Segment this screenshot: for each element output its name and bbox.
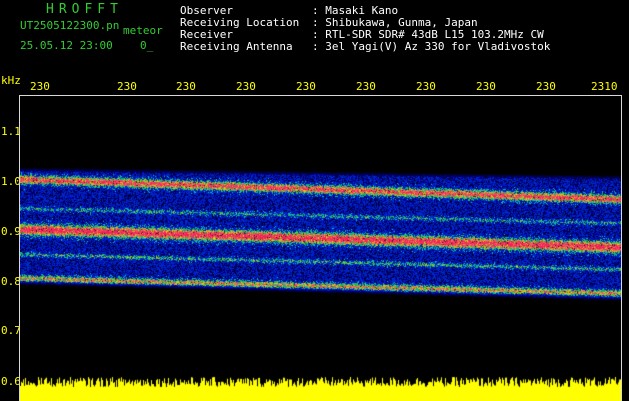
time-tick: 230	[176, 80, 196, 93]
antenna-label: Receiving Antenna	[180, 40, 293, 53]
receiver-label: Receiver	[180, 28, 233, 41]
antenna-value: : 3el Yagi(V) Az 330 for Vladivostok	[312, 40, 551, 53]
location-label: Receiving Location	[180, 16, 300, 29]
spectrogram-canvas	[20, 96, 621, 401]
receiver-value: : RTL-SDR SDR# 43dB L15 103.2MHz CW	[312, 28, 544, 41]
observer-value: : Masaki Kano	[312, 4, 399, 17]
time-tick: 2310	[591, 80, 618, 93]
freq-tick: 0.9	[1, 225, 21, 238]
time-tick: 230	[117, 80, 137, 93]
time-tick: 230	[356, 80, 376, 93]
time-axis: 230 230 230 230 230 230 230 230 230 2310	[0, 80, 629, 94]
freq-tick: 0.7	[1, 324, 21, 337]
observer-label: Observer	[180, 4, 233, 17]
time-tick: 230	[30, 80, 50, 93]
subtitle: meteor	[123, 24, 163, 37]
time-tick: 230	[416, 80, 436, 93]
freq-tick: 1.1	[1, 125, 21, 138]
freq-tick: 0.8	[1, 275, 21, 288]
datetime-suffix: 0_	[140, 39, 154, 52]
time-tick: 230	[296, 80, 316, 93]
filename: UT2505122300.pn	[20, 19, 120, 32]
freq-tick: 1.0	[1, 175, 21, 188]
location-value: : Shibukawa, Gunma, Japan	[312, 16, 478, 29]
time-tick: 230	[476, 80, 496, 93]
datetime: 25.05.12 23:00	[20, 39, 113, 52]
time-tick: 230	[536, 80, 556, 93]
spectrogram-panel	[19, 95, 622, 401]
time-tick: 230	[236, 80, 256, 93]
app-logo: HROFFT	[46, 2, 123, 17]
freq-tick: 0.6	[1, 375, 21, 388]
